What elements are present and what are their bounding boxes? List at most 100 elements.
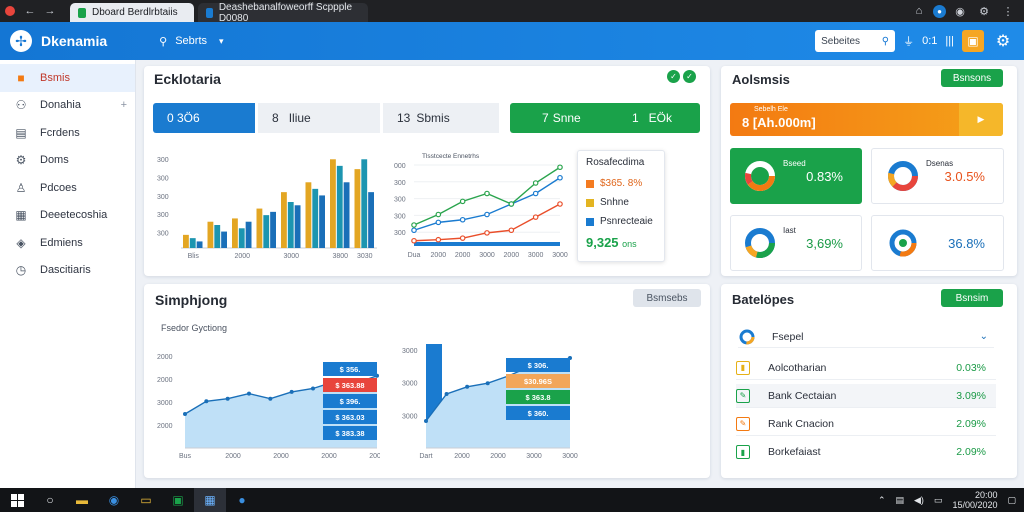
legend-item[interactable]: Psnrecteaie <box>586 216 656 227</box>
bar <box>214 225 221 248</box>
sidebar-item-label: Donahia <box>40 99 81 112</box>
highlight-arrow-icon[interactable]: ▶ <box>959 103 1003 136</box>
spreadsheet-icon[interactable]: ▣ <box>162 488 194 512</box>
network-icon[interactable]: ▤ <box>895 495 904 506</box>
simphjong-button[interactable]: Bsmsebs <box>633 289 701 307</box>
bar <box>336 165 343 248</box>
bar <box>330 159 336 248</box>
data-point <box>411 237 417 244</box>
status-check-icon[interactable]: ✓ <box>683 70 696 83</box>
analysis-tile[interactable]: Iast 3,69% <box>730 215 862 271</box>
sidebar-item-dascitiaris[interactable]: ◷ Dascitiaris <box>0 257 135 285</box>
batelopes-row[interactable]: ✎ Rank Cnacion 2.09% <box>736 412 996 436</box>
keyboard-icon[interactable]: ▭ <box>934 495 943 506</box>
sidebar-item-pdcoes[interactable]: ♙ Pdcoes <box>0 174 135 202</box>
sidebar-item-edmiens[interactable]: ◈ Edmiens <box>0 229 135 257</box>
extension-icon[interactable]: ● <box>933 4 946 18</box>
bar <box>183 234 189 248</box>
x-tick-label: 2000 <box>234 253 250 260</box>
legend-total-sub: ons <box>622 239 637 249</box>
expand-icon[interactable]: + <box>121 99 127 111</box>
start-button[interactable] <box>0 488 34 512</box>
data-point <box>424 419 428 423</box>
x-tick-label: 2000 <box>490 453 506 460</box>
sidebar-item-donahia[interactable]: ⚇ Donahia + <box>0 92 135 120</box>
batelopes-header-row[interactable]: Fsepel ⌄ <box>738 326 994 348</box>
legend-swatch <box>586 179 594 188</box>
data-point <box>484 230 490 236</box>
gear-icon: ⚙ <box>15 153 27 168</box>
bar <box>232 218 238 248</box>
clock-icon: ◷ <box>15 263 27 278</box>
sidebar-item-doms[interactable]: ⚙ Doms <box>0 147 135 175</box>
legend-item[interactable]: $365. 8% <box>586 178 656 189</box>
chart-icon: ◈ <box>16 235 26 250</box>
volume-icon[interactable]: ◀) <box>914 495 924 506</box>
files-icon[interactable]: ▭ <box>130 488 162 512</box>
lock-icon[interactable]: ⌂ <box>909 0 929 22</box>
batelopes-button[interactable]: Bsnsim <box>941 289 1003 307</box>
kpi-submits[interactable]: 13 Sbmis <box>383 103 499 133</box>
clock[interactable]: 20:00 15/00/2020 <box>952 490 997 510</box>
forward-icon[interactable]: → <box>40 0 60 22</box>
kpi-primary[interactable]: 0 3Ö6 <box>153 103 255 133</box>
search-input[interactable]: Sebeites ⚲ <box>815 30 896 52</box>
legend-label: Psnrecteaie <box>600 216 653 227</box>
signal-icon[interactable]: ⏚ <box>903 33 914 49</box>
bar <box>361 159 368 248</box>
sidebar-item-bsmis[interactable]: ■ Bsmis <box>0 64 135 92</box>
kpi-value: 7 <box>542 111 549 125</box>
kpi-value: 8 <box>272 111 279 125</box>
chevron-up-icon[interactable]: ⌃ <box>878 495 886 506</box>
bar <box>287 202 294 248</box>
tile-value: 3.0.5% <box>944 168 985 184</box>
batelopes-row[interactable]: ▮ Aolcotharian 0.03% <box>736 356 996 380</box>
data-point <box>459 235 466 241</box>
x-tick-label: 2000 <box>321 453 337 460</box>
batelopes-row[interactable]: ▮ Borkefaiast 2.09% <box>736 440 996 464</box>
kpi-green[interactable]: 7 Snne 1 EÖk <box>510 103 700 133</box>
y-tick-label: 300 <box>157 157 169 164</box>
header-search[interactable]: ⚲ Sebrts ▾ <box>159 35 223 48</box>
kpi-lines[interactable]: 8 Iliue <box>258 103 380 133</box>
y-tick-label: 300 <box>394 180 406 187</box>
data-point <box>435 219 442 226</box>
legend-swatch <box>586 217 594 226</box>
browser-tab-1[interactable]: Dboard Berdlrbtaiis <box>70 3 194 22</box>
sidebar-item-fcrdens[interactable]: ▤ Fcrdens <box>0 119 135 147</box>
analysis-tile[interactable]: Bseed 0.83% <box>730 148 862 204</box>
folder-icon[interactable]: ▬ <box>66 488 98 512</box>
y-tick-label: 000 <box>394 163 406 170</box>
legend-item[interactable]: Snhne <box>586 197 656 208</box>
chevron-down-icon[interactable]: ⌄ <box>980 331 988 342</box>
gear-icon[interactable]: ⚙ <box>992 30 1014 52</box>
edge-icon[interactable]: ● <box>226 488 258 512</box>
browser-menu-icon[interactable] <box>0 0 20 22</box>
search-icon: ⚲ <box>881 35 890 47</box>
profile-icon[interactable]: ◉ <box>950 0 970 22</box>
analysis-tile[interactable]: Dsenas 3.0.5% <box>871 148 1004 204</box>
x-tick-label: 3000 <box>283 253 299 260</box>
dashboard-app-icon[interactable]: ▦ <box>194 488 226 512</box>
search-icon[interactable]: ○ <box>34 488 66 512</box>
batelopes-row[interactable]: ✎ Bank Cectaian 3.09% <box>736 384 996 408</box>
browser-tab-2[interactable]: Deashebanalfoweorff Scppple D0080 <box>198 2 368 24</box>
data-point <box>459 198 466 205</box>
sidebar-item-deeetecoshia[interactable]: ▦ Deeetecoshia <box>0 202 135 230</box>
analysis-highlight-bar[interactable]: Sebelh Ele 8 [Ah.000m] ▶ <box>730 103 1003 136</box>
back-icon[interactable]: ← <box>20 0 40 22</box>
y-tick-label: 3000 <box>402 381 418 388</box>
tile-value: 36.8% <box>948 235 985 251</box>
status-check-icon[interactable]: ✓ <box>667 70 680 83</box>
analysis-tile[interactable]: 36.8% <box>871 215 1004 271</box>
settings-icon[interactable]: ⚙ <box>974 0 994 22</box>
more-icon[interactable]: ⋮ <box>998 0 1018 22</box>
notification-button[interactable]: ▣ <box>962 30 984 52</box>
notifications-icon[interactable]: ▢ <box>1007 495 1016 506</box>
browser-icon[interactable]: ◉ <box>98 488 130 512</box>
sidebar-item-label: Fcrdens <box>40 126 80 139</box>
briefcase-icon: ■ <box>17 70 25 85</box>
analysis-button[interactable]: Bsnsons <box>941 69 1003 87</box>
batelopes-title: Batelöpes <box>732 292 795 307</box>
bars-icon[interactable]: ||| <box>945 35 954 47</box>
